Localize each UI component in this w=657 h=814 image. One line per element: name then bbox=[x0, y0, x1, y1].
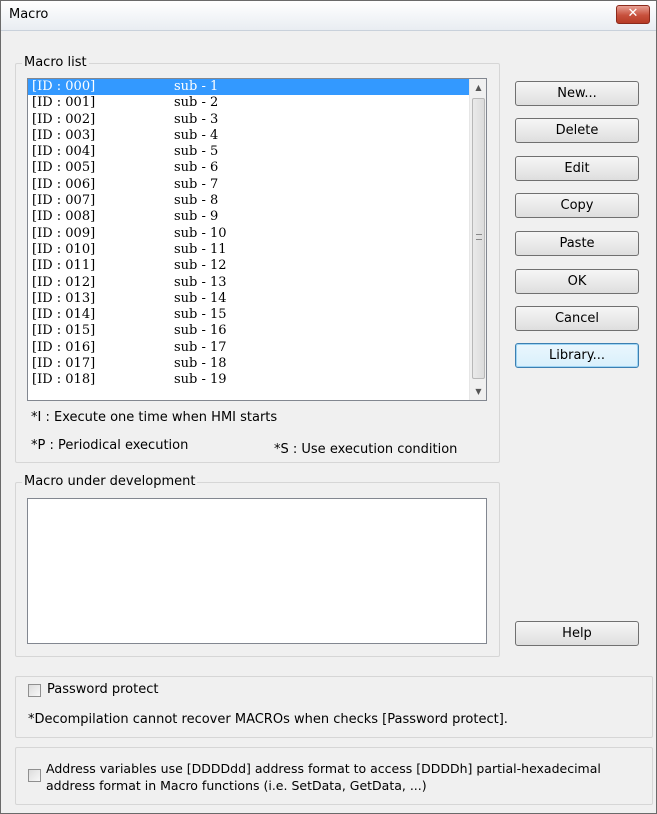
macro-id: [ID : 018] bbox=[32, 372, 96, 388]
macro-id: [ID : 005] bbox=[32, 160, 96, 176]
macro-id: [ID : 015] bbox=[32, 323, 96, 339]
macro-id: [ID : 017] bbox=[32, 356, 96, 372]
list-scrollbar[interactable]: ▲ ▼ bbox=[469, 79, 486, 400]
macro-name: sub - 1 bbox=[174, 79, 219, 94]
macro-name: sub - 19 bbox=[174, 372, 227, 388]
macro-name: sub - 12 bbox=[174, 258, 227, 274]
macro-name: sub - 2 bbox=[174, 95, 219, 111]
scroll-down-arrow-icon[interactable]: ▼ bbox=[470, 383, 486, 400]
paste-button[interactable]: Paste bbox=[515, 231, 639, 256]
macro-listbox[interactable]: [ID : 000] sub - 1 [ID : 001] sub - 2 [ID : … bbox=[27, 78, 487, 401]
list-item[interactable]: [ID : 017] sub - 18 bbox=[28, 356, 486, 372]
close-button[interactable]: ✕ bbox=[616, 5, 650, 24]
cancel-button[interactable]: Cancel bbox=[515, 306, 639, 331]
macro-name: sub - 15 bbox=[174, 307, 227, 323]
address-format-label-line2: address format in Macro functions (i.e. … bbox=[46, 778, 427, 793]
list-item[interactable]: [ID : 003] sub - 4 bbox=[28, 128, 486, 144]
list-item[interactable]: [ID : 006] sub - 7 bbox=[28, 177, 486, 193]
macro-id: [ID : 006] bbox=[32, 176, 96, 192]
ok-button[interactable]: OK bbox=[515, 269, 639, 294]
new-button[interactable]: New... bbox=[515, 81, 639, 106]
list-item[interactable]: [ID : 015] sub - 16 bbox=[28, 323, 486, 339]
password-protect-label: Password protect bbox=[47, 682, 159, 697]
macro-id: [ID : 007] bbox=[32, 193, 96, 209]
macro-id: [ID : 004] bbox=[32, 144, 96, 160]
macro-id: [ID : 003] bbox=[32, 127, 96, 143]
list-item[interactable]: [ID : 005] sub - 6 bbox=[28, 160, 486, 176]
note-execute-once: *I : Execute one time when HMI starts bbox=[31, 410, 278, 425]
list-item[interactable]: [ID : 000] sub - 1 bbox=[28, 79, 486, 96]
password-note: *Decompilation cannot recover MACROs whe… bbox=[28, 712, 508, 727]
macro-name: sub - 17 bbox=[174, 339, 227, 355]
delete-button[interactable]: Delete bbox=[515, 118, 639, 143]
macro-name: sub - 5 bbox=[174, 144, 219, 160]
macro-name: sub - 11 bbox=[174, 241, 227, 257]
list-item[interactable]: [ID : 018] sub - 19 bbox=[28, 372, 486, 388]
macro-id: [ID : 013] bbox=[32, 290, 96, 306]
macro-name: sub - 9 bbox=[174, 209, 219, 225]
grip-icon bbox=[476, 234, 482, 240]
macro-name: sub - 7 bbox=[174, 176, 219, 192]
macro-id: [ID : 008] bbox=[32, 209, 96, 225]
note-execution-condition: *S : Use execution condition bbox=[274, 442, 458, 457]
macro-name: sub - 3 bbox=[174, 111, 219, 127]
list-item[interactable]: [ID : 004] sub - 5 bbox=[28, 144, 486, 160]
macro-name: sub - 16 bbox=[174, 323, 227, 339]
macro-name: sub - 13 bbox=[174, 274, 227, 290]
close-icon: ✕ bbox=[627, 6, 639, 21]
list-item[interactable]: [ID : 002] sub - 3 bbox=[28, 112, 486, 128]
macro-id: [ID : 001] bbox=[32, 95, 96, 111]
scrollbar-thumb[interactable] bbox=[472, 98, 485, 379]
note-periodical: *P : Periodical execution bbox=[31, 438, 189, 453]
development-label: Macro under development bbox=[22, 474, 198, 490]
macro-id: [ID : 000] bbox=[32, 79, 96, 94]
macro-name: sub - 14 bbox=[174, 290, 227, 306]
macro-id: [ID : 009] bbox=[32, 225, 96, 241]
address-format-label-line1: Address variables use [DDDDdd] address f… bbox=[46, 761, 601, 776]
scroll-up-arrow-icon[interactable]: ▲ bbox=[470, 79, 486, 96]
address-group bbox=[15, 747, 653, 805]
list-item[interactable]: [ID : 009] sub - 10 bbox=[28, 226, 486, 242]
window-title: Macro bbox=[9, 7, 49, 22]
list-item[interactable]: [ID : 012] sub - 13 bbox=[28, 275, 486, 291]
macro-id: [ID : 016] bbox=[32, 339, 96, 355]
list-item[interactable]: [ID : 013] sub - 14 bbox=[28, 291, 486, 307]
list-item[interactable]: [ID : 008] sub - 9 bbox=[28, 209, 486, 225]
macro-dialog: Macro ✕ Macro list [ID : 000] sub - 1 [ID … bbox=[0, 0, 657, 814]
list-item[interactable]: [ID : 011] sub - 12 bbox=[28, 258, 486, 274]
macro-id: [ID : 011] bbox=[32, 258, 96, 274]
list-item[interactable]: [ID : 007] sub - 8 bbox=[28, 193, 486, 209]
macro-id: [ID : 014] bbox=[32, 307, 96, 323]
password-protect-checkbox[interactable] bbox=[28, 684, 41, 697]
macro-list-rows: [ID : 000] sub - 1 [ID : 001] sub - 2 [ID : … bbox=[28, 79, 486, 389]
list-item[interactable]: [ID : 010] sub - 11 bbox=[28, 242, 486, 258]
macro-id: [ID : 012] bbox=[32, 274, 96, 290]
list-item[interactable]: [ID : 016] sub - 17 bbox=[28, 340, 486, 356]
macro-name: sub - 18 bbox=[174, 356, 227, 372]
title-bar: Macro ✕ bbox=[1, 1, 656, 31]
macro-name: sub - 10 bbox=[174, 225, 227, 241]
macro-id: [ID : 002] bbox=[32, 111, 96, 127]
address-format-checkbox[interactable] bbox=[28, 769, 41, 782]
list-item[interactable]: [ID : 001] sub - 2 bbox=[28, 95, 486, 111]
edit-button[interactable]: Edit bbox=[515, 156, 639, 181]
development-list[interactable] bbox=[27, 498, 487, 644]
copy-button[interactable]: Copy bbox=[515, 193, 639, 218]
macro-list-label: Macro list bbox=[22, 55, 89, 71]
library-button[interactable]: Library... bbox=[515, 343, 639, 368]
macro-name: sub - 8 bbox=[174, 193, 219, 209]
macro-id: [ID : 010] bbox=[32, 241, 96, 257]
list-item[interactable]: [ID : 014] sub - 15 bbox=[28, 307, 486, 323]
macro-name: sub - 6 bbox=[174, 160, 219, 176]
help-button[interactable]: Help bbox=[515, 621, 639, 646]
macro-name: sub - 4 bbox=[174, 127, 219, 143]
